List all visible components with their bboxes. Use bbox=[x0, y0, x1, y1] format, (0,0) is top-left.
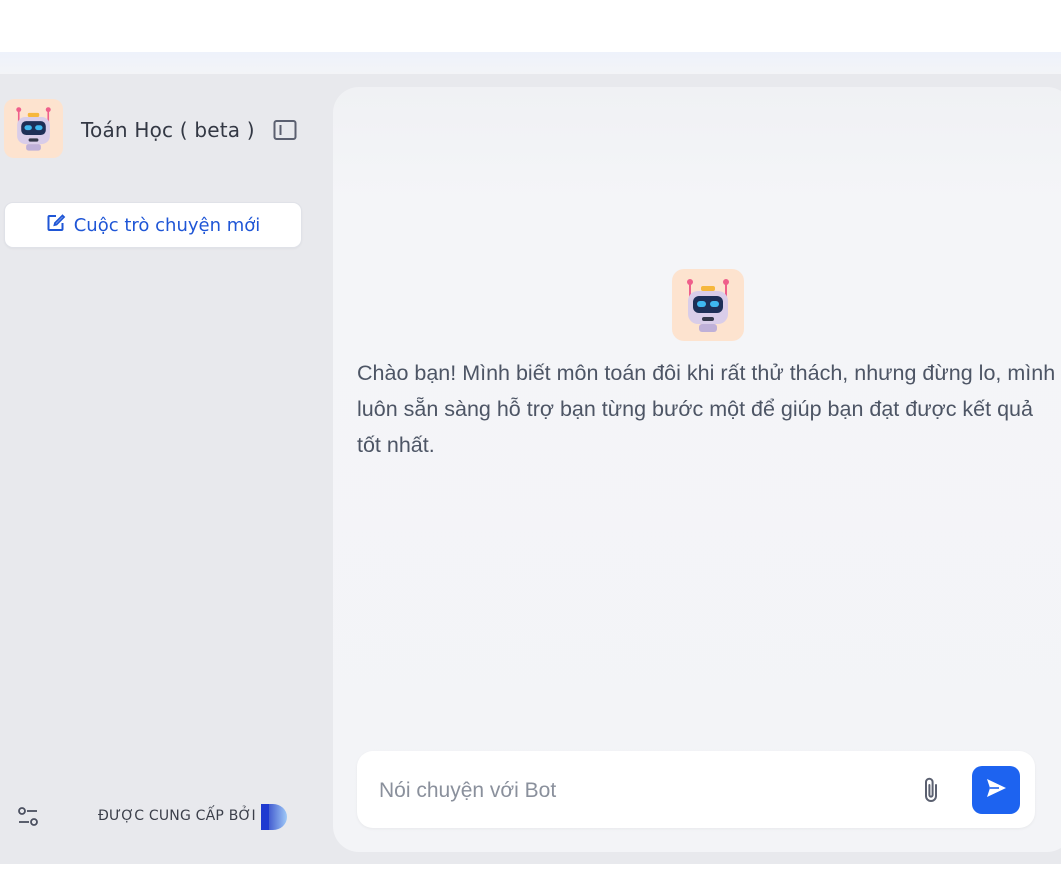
new-chat-label: Cuộc trò chuyện mới bbox=[73, 214, 261, 236]
send-button[interactable] bbox=[972, 766, 1020, 814]
chat-app: Toán Học ( beta ) Cuộc trò chuyện mới ĐƯ… bbox=[0, 74, 1061, 864]
bot-name: Toán Học ( beta ) bbox=[81, 118, 255, 142]
top-bar-divider bbox=[0, 52, 1061, 74]
sidebar-toggle-icon[interactable] bbox=[273, 119, 297, 141]
send-icon bbox=[984, 776, 1008, 804]
message-composer bbox=[357, 751, 1035, 828]
brand-logo bbox=[259, 802, 289, 832]
paperclip-icon[interactable] bbox=[917, 775, 945, 805]
bot-greeting-message: Chào bạn! Mình biết môn toán đôi khi rất… bbox=[357, 361, 1056, 457]
top-bar bbox=[0, 0, 1061, 52]
bottom-edge bbox=[0, 864, 1061, 870]
robot-icon bbox=[4, 99, 63, 158]
message-input[interactable] bbox=[377, 771, 901, 811]
chat-panel: Chào bạn! Mình biết môn toán đôi khi rất… bbox=[333, 87, 1061, 852]
provided-by-label: ĐƯỢC CUNG CẤP BỞI bbox=[98, 808, 256, 824]
settings-sliders-icon[interactable] bbox=[17, 806, 39, 828]
new-chat-button[interactable]: Cuộc trò chuyện mới bbox=[4, 202, 302, 248]
robot-icon bbox=[672, 269, 744, 341]
edit-icon bbox=[46, 213, 66, 237]
sidebar: Toán Học ( beta ) Cuộc trò chuyện mới ĐƯ… bbox=[0, 74, 333, 864]
